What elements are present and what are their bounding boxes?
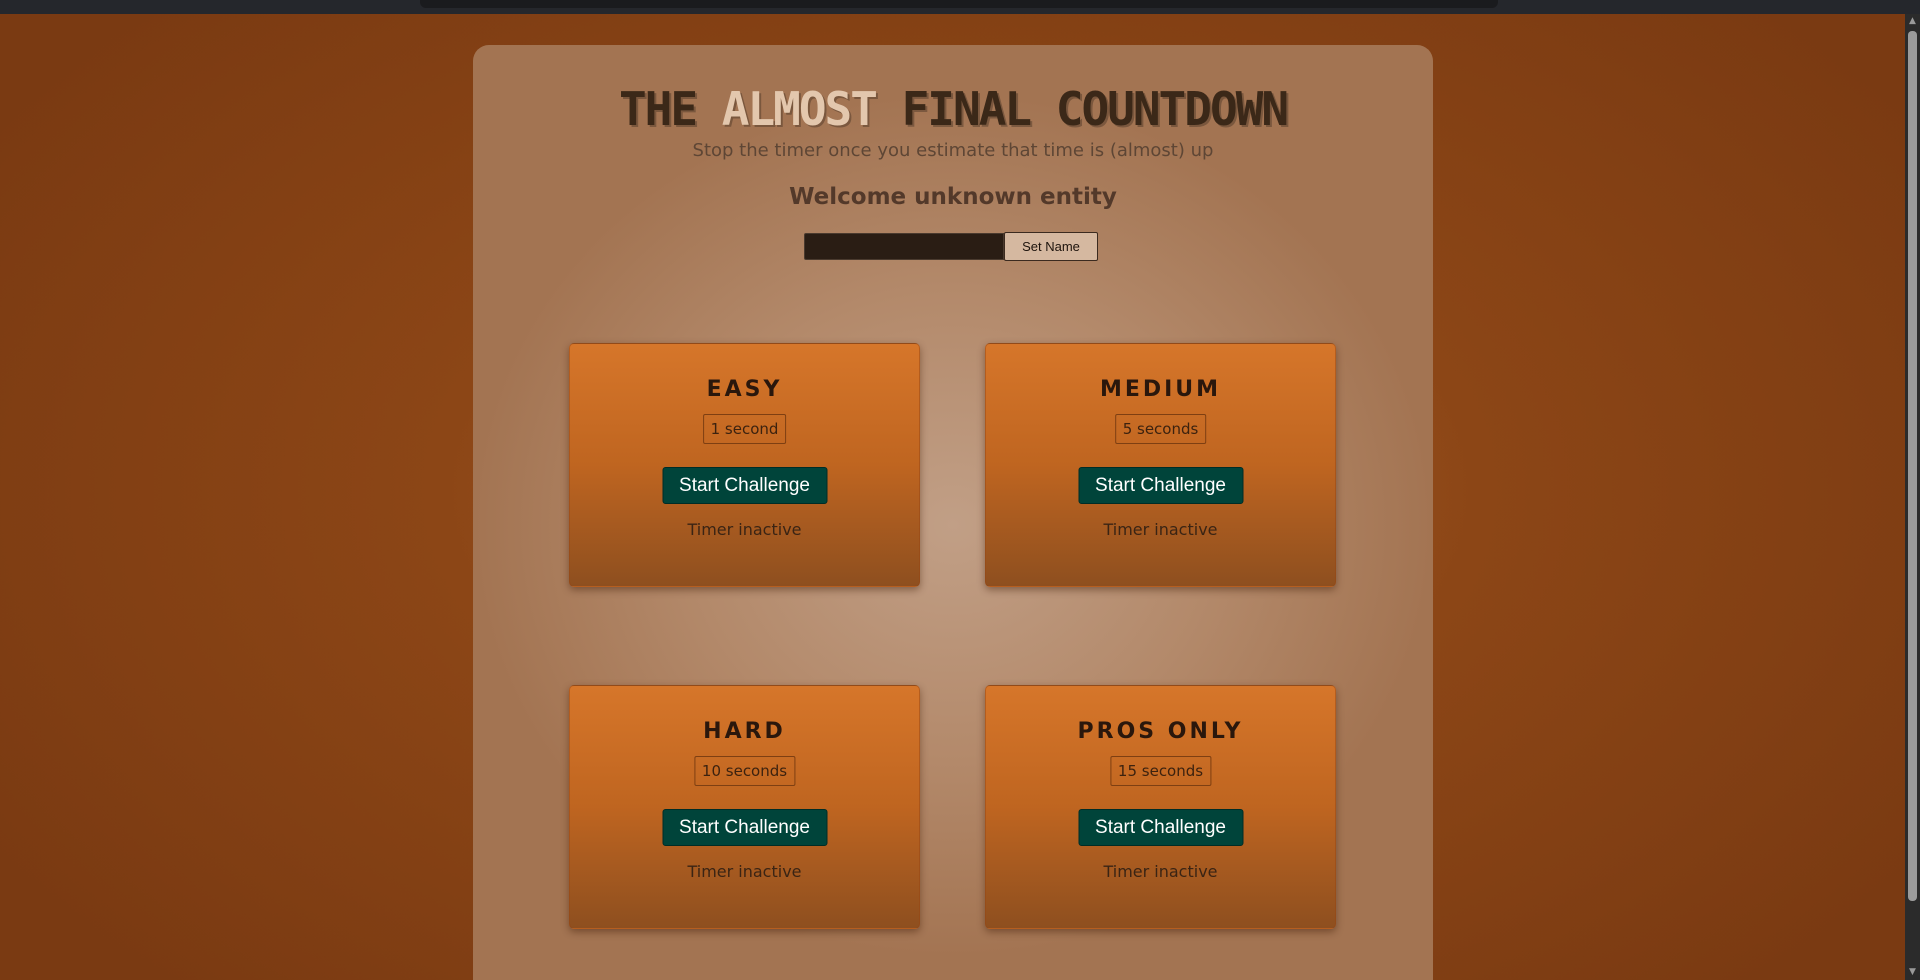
browser-address-strip [420, 0, 1498, 8]
page-scrollbar[interactable]: ▲ ▼ [1905, 14, 1920, 980]
title-part-almost: ALMOST [721, 82, 878, 136]
challenge-title: PROS ONLY [1077, 719, 1244, 744]
duration-badge: 10 seconds [693, 756, 796, 786]
scroll-thumb[interactable] [1908, 31, 1917, 901]
timer-status: Timer inactive [1103, 862, 1218, 881]
challenge-card-hard: HARD 10 seconds Start Challenge Timer in… [569, 685, 920, 929]
welcome-message: Welcome unknown entity [789, 184, 1117, 210]
challenge-card-pros-only: PROS ONLY 15 seconds Start Challenge Tim… [985, 685, 1336, 929]
page-subtitle: Stop the timer once you estimate that ti… [692, 140, 1214, 161]
duration-badge: 15 seconds [1109, 756, 1212, 786]
start-challenge-button-pros-only[interactable]: Start Challenge [1078, 809, 1243, 846]
set-name-button[interactable]: Set Name [1004, 232, 1098, 261]
scroll-down-icon[interactable]: ▼ [1905, 965, 1920, 980]
timer-status: Timer inactive [687, 520, 802, 539]
start-challenge-button-easy[interactable]: Start Challenge [662, 467, 827, 504]
timer-status: Timer inactive [1103, 520, 1218, 539]
browser-top-bar [0, 0, 1920, 14]
duration-badge: 1 second [702, 414, 787, 444]
challenge-card-medium: MEDIUM 5 seconds Start Challenge Timer i… [985, 343, 1336, 587]
challenge-card-easy: EASY 1 second Start Challenge Timer inac… [569, 343, 920, 587]
start-challenge-button-medium[interactable]: Start Challenge [1078, 467, 1243, 504]
timer-status: Timer inactive [687, 862, 802, 881]
name-form: Set Name [804, 232, 1098, 262]
page-title: THE ALMOST FINAL COUNTDOWN [473, 82, 1433, 136]
title-part-final-countdown: FINAL COUNTDOWN [875, 82, 1289, 136]
title-part-the: THE [618, 82, 722, 136]
start-challenge-button-hard[interactable]: Start Challenge [662, 809, 827, 846]
name-input[interactable] [804, 233, 1004, 260]
duration-badge: 5 seconds [1114, 414, 1207, 444]
challenge-title: HARD [703, 719, 786, 744]
scroll-up-icon[interactable]: ▲ [1905, 14, 1920, 29]
main-panel: THE ALMOST FINAL COUNTDOWN Stop the time… [473, 45, 1433, 980]
challenge-title: MEDIUM [1099, 377, 1222, 402]
challenge-title: EASY [706, 377, 783, 402]
